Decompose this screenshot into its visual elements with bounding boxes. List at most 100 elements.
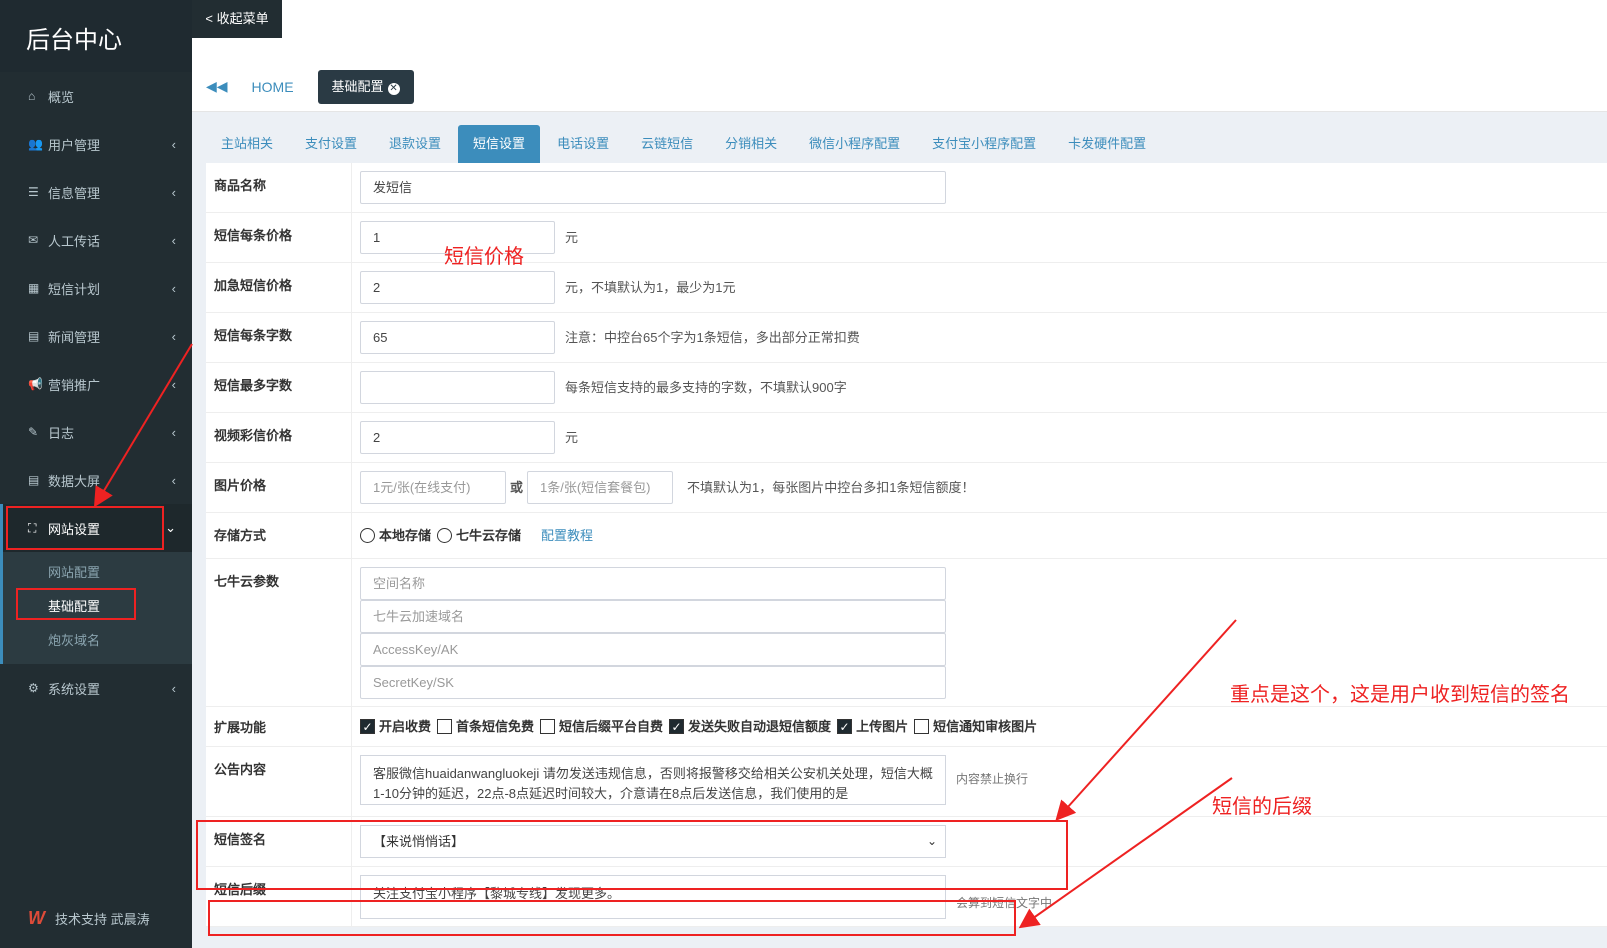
radio-qiniu[interactable] (437, 528, 453, 543)
close-icon[interactable]: ✕ (387, 82, 400, 95)
checkbox-label: 上传图片 (856, 719, 909, 734)
video-price-input[interactable]: 2 (360, 421, 555, 454)
row-storage: 存储方式 本地存储 七牛云存储 配置教程 (206, 513, 1607, 559)
collapse-menu-button[interactable]: < 收起菜单 (192, 0, 282, 38)
chevron-down-icon: ⌄ (165, 520, 176, 535)
row-sms-chars: 短信每条字数 65 注意：中控台65个字为1条短信，多出部分正常扣费 (206, 313, 1607, 363)
checkbox-first-free[interactable] (437, 719, 453, 734)
config-tutorial-link[interactable]: 配置教程 (541, 519, 593, 552)
hint-text: 不填默认为1，每张图片中控台多扣1条短信额度！ (687, 480, 975, 495)
tab-card-hardware[interactable]: 卡发硬件配置 (1053, 125, 1161, 163)
tab-main[interactable]: 主站相关 (206, 125, 288, 163)
qiniu-ak-input[interactable]: AccessKey/AK (360, 633, 946, 666)
edit-icon: ✎ (28, 425, 39, 439)
annotation-suffix-note: 短信的后缀 (1212, 796, 1312, 818)
nav-label: 用户管理 (48, 137, 101, 153)
checkbox-upload-image[interactable]: ✓ (837, 719, 853, 734)
or-text: 或 (510, 480, 524, 495)
tab-sms[interactable]: 短信设置 (458, 125, 541, 163)
qiniu-bucket-input[interactable]: 空间名称 (360, 567, 946, 600)
chevron-left-icon: ‹ (171, 680, 176, 696)
chevron-left-icon: ‹ (171, 472, 176, 488)
checkbox-charge[interactable]: ✓ (360, 719, 375, 734)
tab-refund[interactable]: 退款设置 (374, 125, 456, 163)
checkbox-auto-refund[interactable]: ✓ (669, 719, 685, 734)
nav-marketing[interactable]: 📢 营销推广 ‹ (0, 360, 192, 408)
brand-title: 后台中心 (0, 0, 192, 72)
hint-text: 每条短信支持的最多支持的字数，不填默认900字 (565, 380, 847, 395)
hint-text: 注意：中控台65个字为1条短信，多出部分正常扣费 (565, 330, 860, 345)
qiniu-sk-input[interactable]: SecretKey/SK (360, 666, 946, 699)
tab-alipay-mini[interactable]: 支付宝小程序配置 (917, 125, 1051, 163)
image-price-package-input[interactable]: 1条/张(短信套餐包) (527, 471, 674, 504)
nav-label: 人工传话 (48, 233, 101, 249)
nav-label: 日志 (48, 425, 75, 441)
checkbox-label: 发送失败自动退短信额度 (688, 719, 832, 734)
checkbox-label: 首条短信免费 (456, 719, 535, 734)
chevron-left-icon: ‹ (171, 376, 176, 392)
sub-decoy-domain[interactable]: 炮灰域名 (3, 624, 192, 658)
tab-cloud-sms[interactable]: 云链短信 (626, 125, 708, 163)
annotation-box-signature (196, 820, 1068, 890)
radio-label: 本地存储 (379, 528, 432, 543)
sidebar-footer: W 技术支持 武晨涛 (0, 888, 192, 948)
tab-payment[interactable]: 支付设置 (290, 125, 372, 163)
nav-dashboard[interactable]: ▤ 数据大屏 ‹ (0, 456, 192, 504)
field-label: 存储方式 (206, 513, 352, 558)
envelope-icon: ✉ (28, 233, 39, 247)
goods-name-input[interactable]: 发短信 (360, 171, 946, 204)
field-label: 视频彩信价格 (206, 413, 352, 462)
checkbox-notify-review[interactable] (914, 719, 930, 734)
nav-sms-plan[interactable]: ▦ 短信计划 ‹ (0, 264, 192, 312)
nav-label: 系统设置 (48, 681, 101, 697)
radio-label: 七牛云存储 (456, 528, 522, 543)
row-goods-name: 商品名称 发短信 (206, 163, 1607, 213)
field-label: 短信每条价格 (206, 213, 352, 262)
checkbox-suffix-self-pay[interactable] (540, 719, 556, 734)
nav-relay[interactable]: ✉ 人工传话 ‹ (0, 216, 192, 264)
nav-label: 信息管理 (48, 185, 101, 201)
annotation-box-suffix (208, 900, 1016, 936)
nav-log[interactable]: ✎ 日志 ‹ (0, 408, 192, 456)
sms-chars-input[interactable]: 65 (360, 321, 555, 354)
annotation-price-note: 短信价格 (444, 246, 524, 268)
double-left-icon[interactable]: ◀◀ (206, 78, 228, 95)
tab-distribution[interactable]: 分销相关 (710, 125, 792, 163)
radio-local[interactable] (360, 528, 375, 543)
list-icon: ☰ (28, 185, 39, 199)
field-label: 商品名称 (206, 163, 352, 212)
nav-system-settings[interactable]: ⚙ 系统设置 ‹ (0, 664, 192, 712)
active-page-tab[interactable]: 基础配置 ✕ (317, 69, 414, 104)
sms-max-input[interactable] (360, 371, 555, 404)
home-link[interactable]: HOME (252, 79, 294, 95)
chevron-left-icon: ‹ (171, 184, 176, 200)
chevron-left-icon: ‹ (171, 280, 176, 296)
image-price-online-input[interactable]: 1元/张(在线支付) (360, 471, 506, 504)
nav-label: 短信计划 (48, 281, 101, 297)
w-logo-icon: W (28, 907, 45, 928)
annotation-signature-note: 重点是这个，这是用户收到短信的签名 (1230, 684, 1570, 706)
qiniu-domain-input[interactable]: 七牛云加速域名 (360, 600, 946, 633)
nav-label: 数据大屏 (48, 473, 101, 489)
checkbox-label: 短信通知审核图片 (933, 719, 1038, 734)
nav-info[interactable]: ☰ 信息管理 ‹ (0, 168, 192, 216)
unit-text: 元 (565, 230, 579, 245)
chevron-left-icon: ‹ (171, 424, 176, 440)
sub-site-config[interactable]: 网站配置 (3, 556, 192, 590)
row-video-price: 视频彩信价格 2元 (206, 413, 1607, 463)
nav-users[interactable]: 👥 用户管理 ‹ (0, 120, 192, 168)
annotation-box-basic-config (16, 588, 136, 620)
nav-news[interactable]: ▤ 新闻管理 ‹ (0, 312, 192, 360)
tab-wechat-mini[interactable]: 微信小程序配置 (794, 125, 915, 163)
urgent-price-input[interactable]: 2 (360, 271, 555, 304)
sidebar: 后台中心 ⌂ 概览 👥 用户管理 ‹ ☰ 信息管理 ‹ ✉ 人工传话 ‹ ▦ 短信计划 ‹ ▤ 新闻… (0, 0, 192, 948)
tab-phone[interactable]: 电话设置 (542, 125, 624, 163)
settings-tabs: 主站相关 支付设置 退款设置 短信设置 电话设置 云链短信 分销相关 微信小程序… (206, 125, 1163, 163)
nav-overview[interactable]: ⌂ 概览 (0, 72, 192, 120)
hint-text: 元，不填默认为1，最少为1元 (565, 280, 736, 295)
gear-icon: ⚙ (28, 681, 39, 695)
field-label: 七牛云参数 (206, 559, 352, 706)
notice-textarea[interactable]: 客服微信huaidanwangluokeji 请勿发送违规信息，否则将报警移交给… (360, 755, 946, 805)
field-label: 短信最多字数 (206, 363, 352, 412)
row-sms-max: 短信最多字数 每条短信支持的最多支持的字数，不填默认900字 (206, 363, 1607, 413)
